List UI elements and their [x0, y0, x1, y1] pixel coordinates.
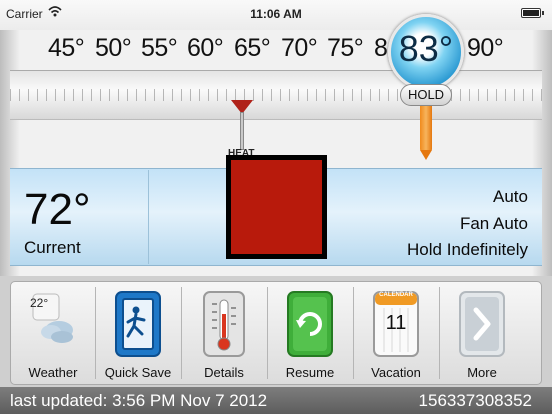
- scale-label: 70°: [281, 34, 318, 62]
- setpoint-stem: [420, 106, 432, 152]
- heat-setpoint-marker[interactable]: [231, 100, 255, 150]
- weather-label: Weather: [28, 365, 78, 380]
- scale-label: 50°: [95, 34, 132, 62]
- current-temperature: 72°: [24, 185, 91, 234]
- temperature-scale: 45° 50° 55° 60° 65° 70° 75° 8 90°: [0, 30, 552, 66]
- vacation-button[interactable]: CALENDAR 11 Vacation: [354, 282, 438, 384]
- setpoint-value: 83°: [398, 28, 454, 69]
- scale-label: 55°: [141, 34, 178, 62]
- device-id: 156337308352: [418, 391, 532, 410]
- chevron-right-icon: [459, 291, 505, 357]
- scale-label: 8: [374, 34, 388, 62]
- bottom-toolbar: 22° Weather Quick Save Details Resume CA…: [10, 281, 542, 385]
- status-bar: Carrier 11:06 AM: [0, 0, 552, 30]
- fan-mode[interactable]: Fan Auto: [460, 214, 528, 234]
- scale-label: 65°: [234, 34, 271, 62]
- status-time: 11:06 AM: [250, 7, 302, 21]
- details-label: Details: [204, 365, 244, 380]
- quick-save-label: Quick Save: [104, 365, 172, 380]
- cool-setpoint-knob[interactable]: 83° HOLD: [388, 14, 464, 169]
- details-button[interactable]: Details: [182, 282, 266, 384]
- heat-marker-stem: [240, 112, 244, 150]
- resume-label: Resume: [285, 365, 335, 380]
- more-button[interactable]: More: [440, 282, 524, 384]
- current-temperature-label: Current: [24, 238, 81, 257]
- resume-icon: [287, 291, 333, 357]
- system-mode[interactable]: Auto: [493, 187, 528, 207]
- scale-label: 60°: [187, 34, 224, 62]
- info-divider: [148, 170, 149, 264]
- hold-mode[interactable]: Hold Indefinitely: [407, 240, 528, 260]
- footer-bar: last updated: 3:56 PM Nov 7 2012 1563373…: [0, 387, 552, 414]
- hold-button[interactable]: HOLD: [400, 84, 452, 106]
- quick-save-icon: [115, 291, 161, 357]
- scale-label: 90°: [467, 34, 504, 62]
- calendar-day: 11: [385, 312, 407, 334]
- battery-icon: [521, 8, 544, 18]
- calendar-header: CALENDAR: [379, 292, 413, 298]
- setpoint-pointer-icon: [420, 150, 432, 160]
- scale-label: 75°: [327, 34, 364, 62]
- resume-button[interactable]: Resume: [268, 282, 352, 384]
- last-updated-text: last updated: 3:56 PM Nov 7 2012: [10, 391, 268, 410]
- heat-active-indicator: [226, 155, 327, 259]
- more-label: More: [467, 365, 497, 380]
- weather-button[interactable]: 22° Weather: [11, 282, 95, 384]
- vacation-label: Vacation: [371, 365, 421, 380]
- thermometer-icon: [203, 291, 245, 357]
- scale-label: 45°: [48, 34, 85, 62]
- weather-temperature: 22°: [30, 296, 49, 310]
- quick-save-button[interactable]: Quick Save: [96, 282, 180, 384]
